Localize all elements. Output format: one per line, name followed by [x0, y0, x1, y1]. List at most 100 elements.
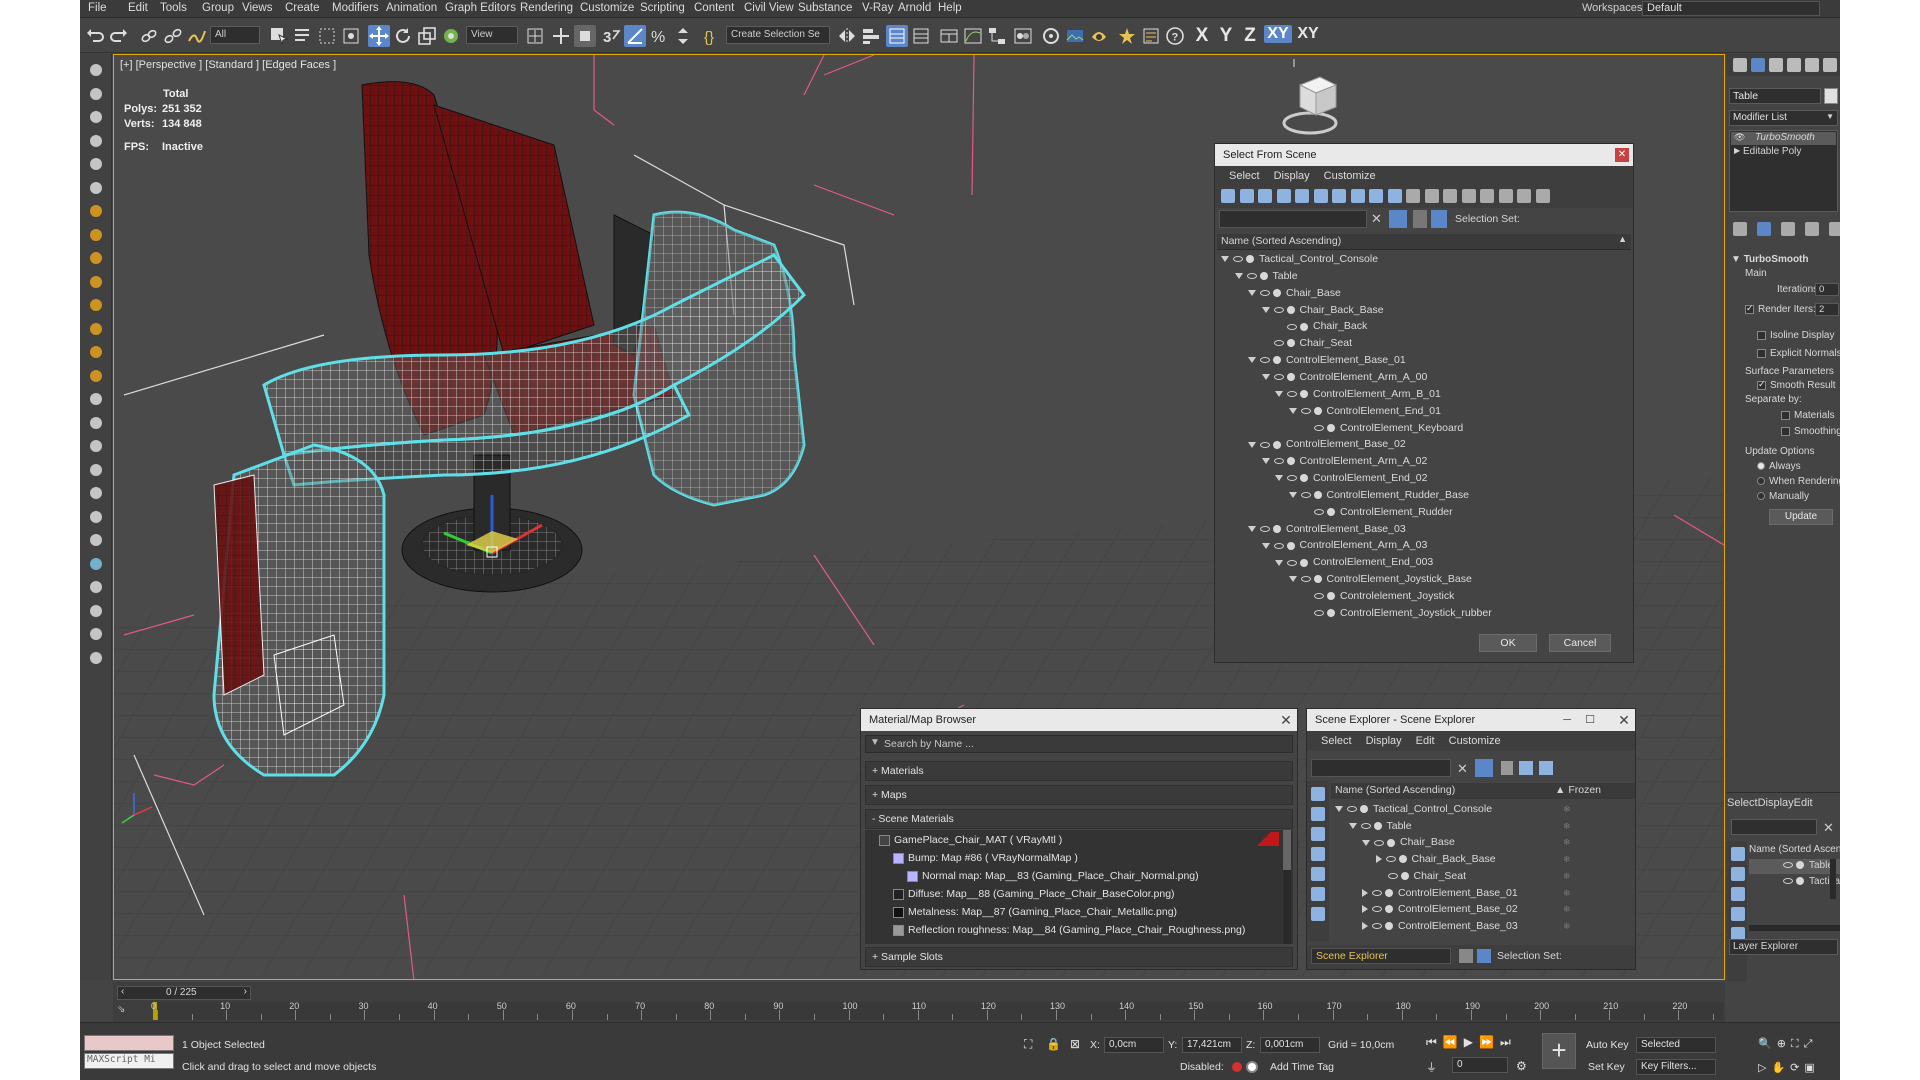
z-coord-field[interactable]: 0,001cm	[1260, 1037, 1320, 1053]
link-icon[interactable]	[138, 25, 160, 47]
dependencies-icon[interactable]	[1535, 189, 1550, 203]
menu-graph-editors[interactable]: Graph Editors	[445, 2, 516, 14]
eye-icon[interactable]	[1372, 889, 1382, 896]
freeze-icon[interactable]: ❄	[1563, 918, 1571, 934]
layers-icon[interactable]	[1413, 210, 1427, 228]
paint-select-icon[interactable]	[85, 84, 107, 104]
light-icon[interactable]	[85, 366, 107, 386]
axis-x-button[interactable]: X	[1190, 25, 1214, 47]
chevron-down-icon[interactable]	[1335, 806, 1343, 813]
select-icon[interactable]	[85, 60, 107, 80]
key-filters-button[interactable]: Key Filters...	[1636, 1059, 1716, 1075]
toggle-scene-explorer-icon[interactable]	[886, 25, 908, 47]
light-filter-icon[interactable]	[1258, 189, 1272, 203]
chevron-down-icon[interactable]	[1248, 289, 1256, 296]
update-always-row[interactable]: Always	[1757, 461, 1801, 472]
scene-materials-section[interactable]: - Scene Materials	[865, 809, 1293, 829]
hierarchy-icon[interactable]	[1519, 761, 1533, 775]
chevron-right-icon[interactable]	[1362, 922, 1368, 931]
y-coord-field[interactable]: 17,421cm	[1182, 1037, 1242, 1053]
eye-icon[interactable]	[1300, 492, 1311, 499]
tree-row[interactable]: ControlElement_Rudder	[1302, 504, 1453, 520]
menu-v-ray[interactable]: V-Ray	[862, 2, 893, 14]
tree-row[interactable]: ControlElement_Base_01	[1362, 885, 1518, 901]
eye-icon[interactable]	[1233, 256, 1243, 263]
cylinder-icon[interactable]	[85, 295, 107, 315]
tree-row[interactable]: ControlElement_Arm_B_01	[1275, 386, 1441, 402]
update-manually-row[interactable]: Manually	[1757, 491, 1809, 502]
map-item[interactable]: Normal map: Map__83 (Gaming_Place_Chair_…	[907, 868, 1199, 885]
playback-controls[interactable]: ⏮⏪▶⏩⏭	[1426, 1035, 1517, 1050]
chevron-down-icon[interactable]	[1248, 357, 1256, 364]
layer-explorer-dropdown[interactable]: Layer Explorer	[1729, 939, 1838, 955]
freeze-icon[interactable]: ❄	[1563, 885, 1571, 901]
track-bar[interactable]: 0 10 20 30 40 50 60 70 80 90 100 110 120 130 140 150 160…	[151, 1001, 1723, 1020]
menu-customize[interactable]: Customize	[580, 2, 634, 14]
rotate-icon[interactable]	[392, 25, 414, 47]
light-filter-icon[interactable]	[1311, 887, 1325, 901]
tree-row[interactable]: ControlElement_Base_02	[1248, 436, 1406, 452]
isoline-display-row[interactable]: Isoline Display	[1757, 330, 1834, 341]
tree-row[interactable]: Chair_Back	[1275, 318, 1367, 334]
tree-row[interactable]: ControlElement_End_01	[1288, 403, 1441, 419]
isolate-selection-icon[interactable]: ⛶	[1024, 1037, 1032, 1052]
materials-row[interactable]: Materials	[1781, 410, 1835, 421]
stack-item-editable-poly[interactable]: ▶ Editable Poly	[1731, 146, 1836, 159]
tree-row[interactable]: Table	[1348, 818, 1412, 834]
column-header[interactable]: Name (Sorted Ascending) ▲	[1217, 234, 1631, 250]
explicit-normals-checkbox[interactable]	[1757, 348, 1766, 358]
utilities-tab-icon[interactable]	[1823, 58, 1837, 72]
eye-icon[interactable]	[1260, 289, 1270, 296]
axis-xy-button[interactable]: XY	[1264, 25, 1292, 43]
render-setup-icon[interactable]	[1040, 25, 1062, 47]
select-none-icon[interactable]	[1311, 807, 1325, 821]
fire-icon[interactable]	[85, 507, 107, 527]
object-color-swatch[interactable]	[1824, 88, 1838, 104]
menu-file[interactable]: File	[88, 2, 107, 14]
filter-options-icon[interactable]	[1498, 189, 1513, 203]
freeze-icon[interactable]: ❄	[1563, 868, 1571, 884]
map-item[interactable]: Metalness: Map__87 (Gaming_Place_Chair_M…	[893, 904, 1177, 921]
menu-animation[interactable]: Animation	[386, 2, 437, 14]
freeze-icon[interactable]: ❄	[1563, 801, 1571, 817]
tree-row[interactable]: Tactical_Control_Console	[1335, 801, 1492, 817]
chevron-down-icon[interactable]	[1348, 822, 1357, 829]
menu-rendering[interactable]: Rendering	[520, 2, 573, 14]
lock-icon[interactable]: 🔒	[1046, 1037, 1061, 1051]
eye-icon[interactable]	[1372, 906, 1382, 913]
plant-icon[interactable]	[85, 483, 107, 503]
eye-icon[interactable]	[1287, 391, 1297, 398]
chevron-down-icon[interactable]	[1234, 273, 1243, 280]
cone-icon[interactable]	[85, 225, 107, 245]
freeze-icon[interactable]: ❄	[1563, 851, 1571, 867]
smooth-result-checkbox[interactable]	[1757, 379, 1766, 390]
menu-group[interactable]: Group	[202, 2, 234, 14]
tree-row[interactable]: Chair_Seat	[1376, 868, 1466, 884]
camera-filter-icon[interactable]	[1311, 907, 1325, 921]
eye-icon[interactable]	[1387, 873, 1398, 880]
tree-row[interactable]: ControlElement_Base_02	[1362, 901, 1518, 917]
filter-icon[interactable]	[1475, 759, 1493, 777]
menu-select[interactable]: Select	[1727, 797, 1758, 809]
chevron-down-icon[interactable]	[1288, 407, 1297, 414]
tree-row[interactable]: ControlElement_Arm_A_03	[1261, 537, 1427, 553]
scrollbar[interactable]	[1283, 830, 1291, 944]
selection-filter-dropdown[interactable]: All	[210, 26, 260, 44]
pin-stack-icon[interactable]	[1733, 222, 1747, 236]
select-manipulate-icon[interactable]	[550, 25, 572, 47]
select-by-name-icon[interactable]	[292, 25, 314, 47]
menu-edit[interactable]: Edit	[1416, 731, 1435, 751]
display-tab-icon[interactable]	[1805, 58, 1819, 72]
spacewarp-filter-icon[interactable]	[1313, 189, 1328, 203]
ball-icon[interactable]	[85, 530, 107, 550]
unlink-icon[interactable]	[162, 25, 184, 47]
tree-row[interactable]: Controlelement_Joystick	[1302, 588, 1454, 604]
ribbon-icon[interactable]	[938, 25, 960, 47]
menu-select[interactable]: Select	[1321, 731, 1352, 751]
maps-section[interactable]: + Maps	[865, 785, 1293, 805]
viewcube[interactable]	[1282, 59, 1338, 135]
shape-filter-icon[interactable]	[1311, 867, 1325, 881]
layers-icon[interactable]	[1459, 949, 1473, 963]
menu-customize[interactable]: Customize	[1324, 166, 1376, 186]
reference-coord-dropdown[interactable]: View	[466, 26, 518, 44]
